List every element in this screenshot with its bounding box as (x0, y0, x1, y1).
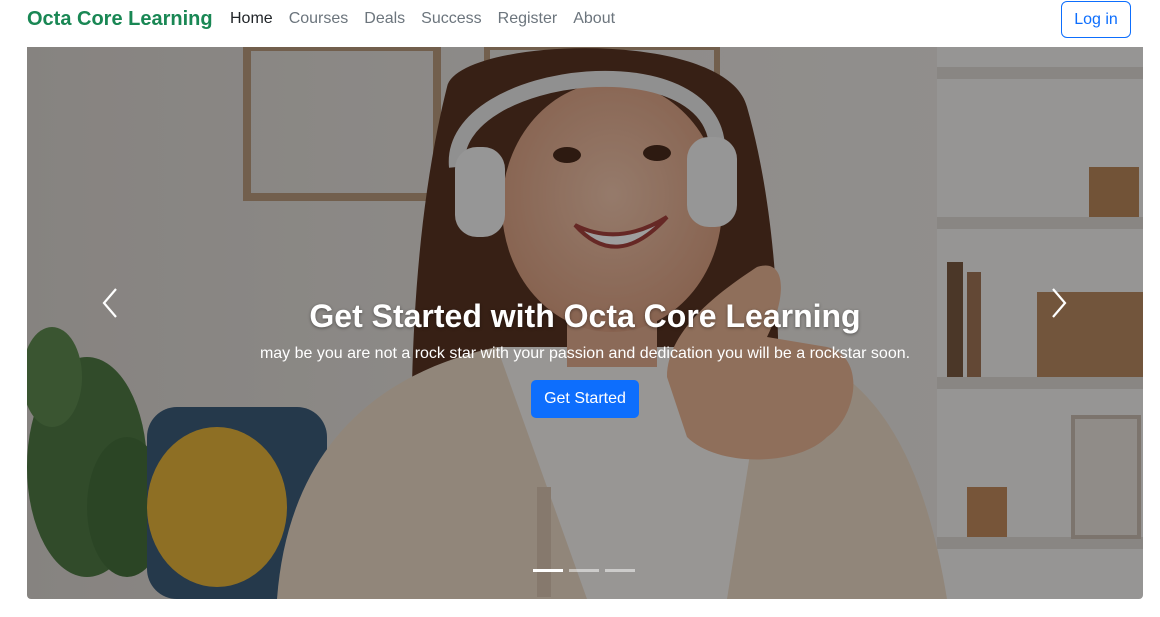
nav-link-success[interactable]: Success (421, 10, 481, 27)
brand-logo-link[interactable]: Octa Core Learning (27, 8, 213, 31)
nav-item-deals: Deals (364, 10, 405, 28)
carousel-indicator-1[interactable] (533, 569, 563, 572)
carousel-indicator-2[interactable] (569, 569, 599, 572)
nav-link-register[interactable]: Register (498, 10, 558, 27)
nav-link-home[interactable]: Home (230, 10, 273, 27)
login-button[interactable]: Log in (1061, 1, 1131, 38)
nav-item-about: About (573, 10, 615, 28)
get-started-button[interactable]: Get Started (531, 380, 639, 418)
hero-subtitle: may be you are not a rock star with your… (259, 345, 911, 362)
carousel-indicator-3[interactable] (605, 569, 635, 572)
hero-title: Get Started with Octa Core Learning (309, 298, 861, 334)
carousel-indicators (533, 569, 635, 572)
nav-item-courses: Courses (289, 10, 349, 28)
hero-caption: Get Started with Octa Core Learning may … (27, 297, 1143, 418)
top-navbar: Octa Core Learning Home Courses Deals Su… (0, 0, 1160, 40)
nav-item-home: Home (230, 10, 273, 28)
nav-menu: Home Courses Deals Success Register Abou… (230, 10, 631, 28)
nav-item-register: Register (498, 10, 558, 28)
nav-link-about[interactable]: About (573, 10, 615, 27)
nav-link-deals[interactable]: Deals (364, 10, 405, 27)
nav-item-success: Success (421, 10, 481, 28)
nav-link-courses[interactable]: Courses (289, 10, 349, 27)
hero-carousel: Get Started with Octa Core Learning may … (27, 47, 1143, 599)
